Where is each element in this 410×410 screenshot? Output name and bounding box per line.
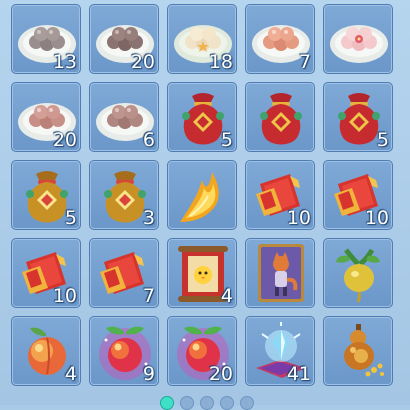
inventory-panel: 13 20 18 7 20 6 5 5 5 3 10 10 10 7 4 4 9… (0, 0, 410, 410)
inventory-slot[interactable]: 10 (323, 160, 393, 230)
item-count: 13 (52, 51, 77, 73)
item-count: 10 (286, 207, 311, 229)
inventory-slot[interactable]: 10 (11, 238, 81, 308)
inventory-slot[interactable]: 7 (89, 238, 159, 308)
inventory-slot[interactable] (323, 316, 393, 386)
inventory-slot[interactable]: 20 (167, 316, 237, 386)
item-count: 7 (142, 285, 155, 307)
inventory-slot[interactable]: 6 (89, 82, 159, 152)
fox-character-card-icon (258, 244, 304, 302)
item-count: 7 (298, 51, 311, 73)
item-count: 18 (208, 51, 233, 73)
item-count: 41 (286, 363, 311, 385)
inventory-slot[interactable]: 4 (11, 316, 81, 386)
item-count: 10 (52, 285, 77, 307)
inventory-slot[interactable]: 18 (167, 4, 237, 74)
page-dot[interactable] (200, 396, 214, 410)
inventory-slot[interactable]: 20 (89, 4, 159, 74)
inventory-grid: 13 20 18 7 20 6 5 5 5 3 10 10 10 7 4 4 9… (11, 4, 393, 386)
page-dot[interactable] (180, 396, 194, 410)
inventory-slot[interactable]: 41 (245, 316, 315, 386)
golden-radish-icon (336, 248, 380, 303)
item-count: 10 (364, 207, 389, 229)
inventory-slot[interactable]: 13 (11, 4, 81, 74)
item-count: 3 (142, 207, 155, 229)
inventory-slot[interactable]: 5 (323, 82, 393, 152)
item-count: 20 (208, 363, 233, 385)
item-count: 20 (130, 51, 155, 73)
page-dot-active[interactable] (160, 396, 174, 410)
page-indicator (160, 396, 254, 410)
item-count: 5 (220, 129, 233, 151)
golden-flame-feather-icon (180, 172, 219, 222)
page-dot[interactable] (240, 396, 254, 410)
inventory-slot[interactable]: 5 (167, 82, 237, 152)
inventory-slot[interactable]: 7 (245, 4, 315, 74)
item-count: 20 (52, 129, 77, 151)
inventory-slot[interactable] (323, 4, 393, 74)
inventory-slot[interactable]: 5 (11, 160, 81, 230)
item-count: 4 (220, 285, 233, 307)
inventory-slot[interactable]: 10 (245, 160, 315, 230)
inventory-slot[interactable]: 9 (89, 316, 159, 386)
red-lucky-bag-icon (260, 93, 302, 145)
item-count: 9 (142, 363, 155, 385)
inventory-slot[interactable] (245, 82, 315, 152)
gourd-with-coins-icon (344, 324, 384, 377)
item-count: 6 (142, 129, 155, 151)
inventory-slot[interactable] (323, 238, 393, 308)
inventory-slot[interactable]: 4 (167, 238, 237, 308)
item-count: 4 (64, 363, 77, 385)
page-dot[interactable] (220, 396, 234, 410)
inventory-slot[interactable] (245, 238, 315, 308)
inventory-slot[interactable]: 3 (89, 160, 159, 230)
inventory-slot[interactable]: 20 (11, 82, 81, 152)
item-count: 5 (376, 129, 389, 151)
inventory-slot[interactable] (167, 160, 237, 230)
dumpling-plate-pink-flower-icon (330, 25, 388, 63)
item-count: 5 (64, 207, 77, 229)
